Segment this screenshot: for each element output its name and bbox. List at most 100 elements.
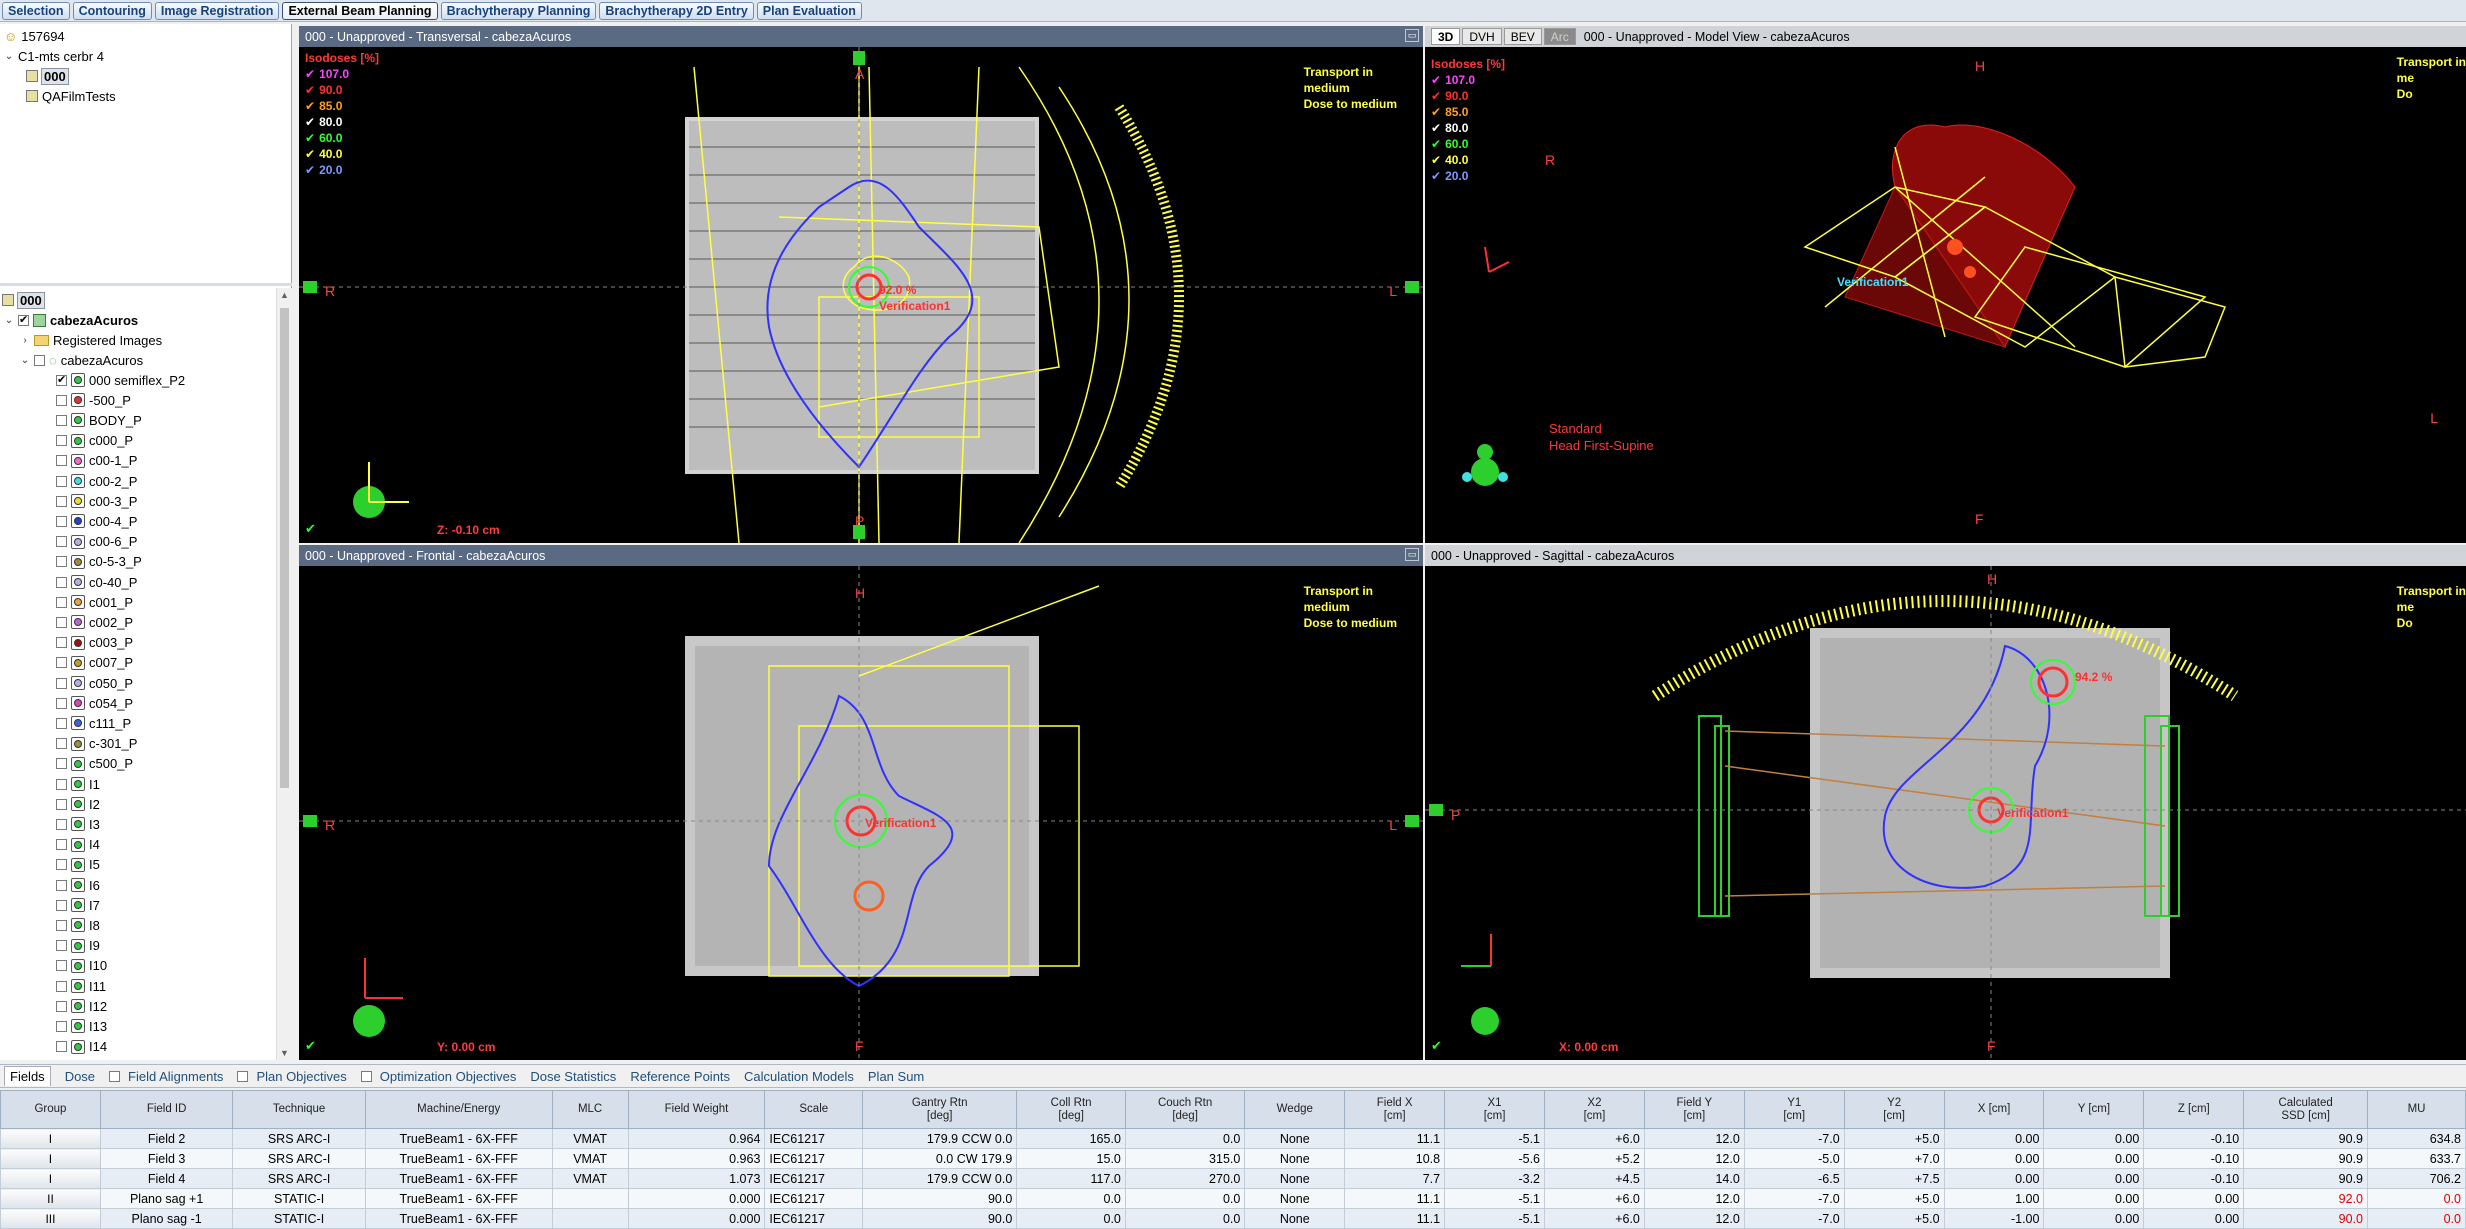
frontal-viewer[interactable]: 000 - Unapproved - Frontal - cabezaAcuro… — [299, 545, 1423, 1060]
structure-visibility-checkbox[interactable] — [56, 899, 67, 911]
image-node[interactable]: ⌄ cabezaAcuros — [4, 310, 138, 330]
column-header[interactable]: X2 [cm] — [1544, 1090, 1645, 1129]
column-header[interactable]: Wedge — [1244, 1090, 1346, 1129]
column-header[interactable]: Coll Rtn [deg] — [1016, 1090, 1126, 1129]
structure-visibility-checkbox[interactable] — [56, 738, 67, 750]
structure-visibility-checkbox[interactable] — [56, 980, 67, 992]
structure-visibility-checkbox[interactable] — [56, 495, 67, 507]
column-header[interactable]: Field ID — [99, 1090, 234, 1129]
scroll-down-icon[interactable]: ▼ — [280, 1048, 289, 1058]
group-button[interactable]: I — [0, 1128, 101, 1149]
structure-visibility-checkbox[interactable] — [56, 536, 67, 548]
structure-visibility-checkbox[interactable] — [56, 576, 67, 588]
structure-item[interactable]: I5 — [56, 855, 100, 875]
structure-visibility-checkbox[interactable] — [56, 1000, 67, 1012]
model-tab-bev[interactable]: BEV — [1503, 28, 1542, 45]
structure-item[interactable]: c00-6_P — [56, 532, 137, 552]
tab-fields[interactable]: Fields — [4, 1066, 51, 1086]
group-button[interactable]: III — [0, 1208, 101, 1229]
structure-visibility-checkbox[interactable] — [56, 839, 67, 851]
column-header[interactable]: Calculated SSD [cm] — [2243, 1090, 2369, 1129]
structure-item[interactable]: 000 semiflex_P2 — [56, 370, 185, 390]
structure-visibility-checkbox[interactable] — [56, 657, 67, 669]
structure-visibility-checkbox[interactable] — [56, 960, 67, 972]
column-header[interactable]: MLC — [551, 1090, 629, 1129]
structure-item[interactable]: c050_P — [56, 673, 133, 693]
structure-visibility-checkbox[interactable] — [56, 859, 67, 871]
structure-item[interactable]: c0-40_P — [56, 572, 137, 592]
structure-visibility-checkbox[interactable] — [56, 435, 67, 447]
structure-visibility-checkbox[interactable] — [56, 394, 67, 406]
course-node[interactable]: ⌄ C1-mts cerbr 4 — [4, 46, 104, 66]
tab-field-alignments[interactable]: Field Alignments — [109, 1069, 223, 1084]
maximize-view-button[interactable]: ▭ — [1405, 29, 1419, 42]
tab-plan-objectives[interactable]: Plan Objectives — [237, 1069, 347, 1084]
group-button[interactable]: II — [0, 1188, 101, 1209]
column-header[interactable]: Y1 [cm] — [1743, 1090, 1845, 1129]
tab-checkbox[interactable] — [237, 1070, 249, 1082]
structure-visibility-checkbox[interactable] — [56, 818, 67, 830]
frontal-canvas[interactable] — [299, 566, 1423, 1060]
structure-item[interactable]: c00-4_P — [56, 511, 137, 531]
structure-item[interactable]: I9 — [56, 936, 100, 956]
tab-reference-points[interactable]: Reference Points — [630, 1069, 730, 1084]
transversal-viewer[interactable]: 000 - Unapproved - Transversal - cabezaA… — [299, 26, 1423, 543]
structure-visibility-checkbox[interactable] — [56, 596, 67, 608]
column-header[interactable]: X1 [cm] — [1444, 1090, 1545, 1129]
column-header[interactable]: Gantry Rtn [deg] — [862, 1090, 1018, 1129]
table-row[interactable]: II Plano sag +1 STATIC-I TrueBeam1 - 6X-FFF… — [0, 1188, 2466, 1209]
structure-item[interactable]: c002_P — [56, 612, 133, 632]
group-button[interactable]: I — [0, 1148, 101, 1169]
structure-item[interactable]: BODY_P — [56, 410, 142, 430]
scroll-up-icon[interactable]: ▲ — [280, 290, 289, 300]
structure-item[interactable]: I2 — [56, 794, 100, 814]
transversal-canvas[interactable] — [299, 47, 1423, 543]
tab-checkbox[interactable] — [360, 1070, 372, 1082]
model-tab-dvh[interactable]: DVH — [1462, 28, 1502, 45]
plan-node[interactable]: 000 — [26, 66, 69, 86]
structure-visibility-checkbox[interactable] — [56, 697, 67, 709]
collapse-icon[interactable]: ⌄ — [20, 355, 30, 366]
structure-visibility-checkbox[interactable] — [56, 919, 67, 931]
model-viewer[interactable]: 3D DVH BEV Arc 000 - Unapproved - Model Vie… — [1425, 26, 2466, 543]
structure-item[interactable]: c00-1_P — [56, 451, 137, 471]
structure-item[interactable]: I13 — [56, 1016, 107, 1036]
tab-dose-statistics[interactable]: Dose Statistics — [530, 1069, 616, 1084]
table-row[interactable]: I Field 3 SRS ARC-I TrueBeam1 - 6X-FFF VMAT 0… — [0, 1148, 2466, 1169]
structure-item[interactable]: I8 — [56, 915, 100, 935]
structure-visibility-checkbox[interactable] — [56, 515, 67, 527]
collapse-icon[interactable]: ⌄ — [4, 315, 14, 326]
structure-item[interactable]: I7 — [56, 895, 100, 915]
table-row[interactable]: I Field 2 SRS ARC-I TrueBeam1 - 6X-FFF VMAT 0… — [0, 1128, 2466, 1149]
structure-item[interactable]: c0-5-3_P — [56, 552, 142, 572]
model-canvas[interactable] — [1425, 47, 2466, 543]
structure-item[interactable]: I4 — [56, 835, 100, 855]
qa-node[interactable]: QAFilmTests — [26, 86, 116, 106]
workspace-tab[interactable]: Image Registration — [154, 1, 280, 20]
structure-visibility-checkbox[interactable] — [56, 475, 67, 487]
workspace-tab[interactable]: Selection — [2, 1, 70, 20]
maximize-view-button[interactable]: ▭ — [1405, 548, 1419, 561]
tab-plan-sum[interactable]: Plan Sum — [868, 1069, 924, 1084]
column-header[interactable]: Technique — [232, 1090, 366, 1129]
tab-dose[interactable]: Dose — [65, 1069, 95, 1084]
structure-item[interactable]: I11 — [56, 976, 106, 996]
column-header[interactable]: Couch Rtn [deg] — [1124, 1090, 1246, 1129]
table-row[interactable]: I Field 4 SRS ARC-I TrueBeam1 - 6X-FFF VMAT 1… — [0, 1168, 2466, 1189]
workspace-tab[interactable]: Contouring — [72, 1, 152, 20]
model-tab-3d[interactable]: 3D — [1431, 28, 1461, 45]
patient-node[interactable]: ☺ 157694 — [4, 26, 65, 46]
structure-item[interactable]: c054_P — [56, 693, 133, 713]
structure-visibility-checkbox[interactable] — [56, 616, 67, 628]
structure-visibility-checkbox[interactable] — [56, 414, 67, 426]
scrollbar-thumb[interactable] — [280, 308, 289, 788]
column-header[interactable]: Y [cm] — [2043, 1090, 2145, 1129]
structure-item[interactable]: I6 — [56, 875, 100, 895]
structure-visibility-checkbox[interactable] — [56, 940, 67, 952]
structure-visibility-checkbox[interactable] — [56, 373, 67, 386]
sagittal-canvas[interactable] — [1425, 566, 2466, 1060]
workspace-tab[interactable]: External Beam Planning — [282, 1, 438, 20]
group-button[interactable]: I — [0, 1168, 101, 1189]
tab-optimization-objectives[interactable]: Optimization Objectives — [360, 1069, 516, 1084]
structure-visibility-checkbox[interactable] — [56, 778, 67, 790]
